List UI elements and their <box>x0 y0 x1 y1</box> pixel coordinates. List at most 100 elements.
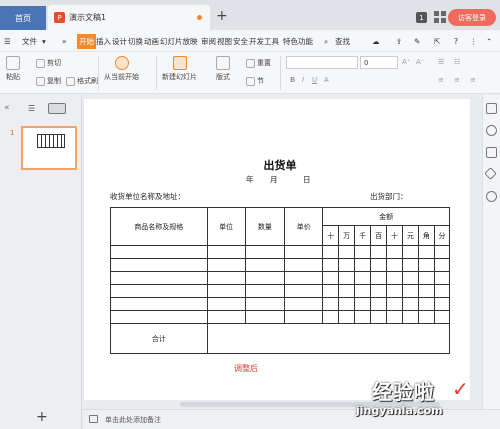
table-cell[interactable] <box>402 310 419 324</box>
table-cell[interactable] <box>322 258 340 272</box>
cloud-icon[interactable]: ☁ <box>372 34 380 49</box>
tab-features[interactable]: 特色功能 <box>283 34 313 49</box>
tab-insert[interactable]: 插入 <box>96 34 111 49</box>
tab-animation[interactable]: 动画 <box>144 34 159 49</box>
table-cell[interactable] <box>354 258 372 272</box>
document-tab[interactable]: P 演示文稿1 <box>48 5 210 30</box>
new-slide-button[interactable]: 新建幻灯片 <box>162 56 197 82</box>
table-cell[interactable] <box>110 284 208 298</box>
collapse-ribbon-icon[interactable]: ⌃ <box>486 34 492 49</box>
help-icon[interactable]: ? <box>454 34 458 49</box>
paste-button[interactable]: 粘贴 <box>6 56 20 82</box>
table-cell[interactable] <box>338 271 356 285</box>
table-cell[interactable] <box>433 245 451 259</box>
table-cell[interactable] <box>402 271 419 285</box>
tab-home[interactable]: 开始 <box>77 34 96 49</box>
home-tab[interactable]: 首页 <box>0 6 46 30</box>
table-cell[interactable] <box>284 284 324 298</box>
collapse-panel-icon[interactable]: « <box>4 103 10 113</box>
table-cell[interactable] <box>322 245 340 259</box>
tab-developer[interactable]: 开发工具 <box>249 34 279 49</box>
table-cell[interactable] <box>284 271 324 285</box>
table-cell[interactable] <box>386 245 403 259</box>
table-cell[interactable] <box>417 271 435 285</box>
table-cell[interactable] <box>206 284 246 298</box>
tab-transition[interactable]: 切换 <box>128 34 143 49</box>
table-cell[interactable] <box>110 297 208 311</box>
share-icon[interactable]: ⇪ <box>396 34 402 49</box>
underline-icon[interactable]: U <box>312 76 317 84</box>
table-row[interactable] <box>110 297 451 311</box>
cut-button[interactable]: 剪切 <box>36 58 61 68</box>
table-cell[interactable] <box>354 271 372 285</box>
tab-security[interactable]: 安全 <box>233 34 248 49</box>
section-button[interactable]: 节 <box>246 76 264 86</box>
table-row[interactable] <box>110 310 451 324</box>
table-cell[interactable] <box>338 258 356 272</box>
guest-login-button[interactable]: 访客登录 <box>448 9 496 26</box>
table-cell[interactable] <box>386 258 403 272</box>
table-cell[interactable] <box>402 297 419 311</box>
play-from-current-button[interactable]: 从当前开始 <box>104 56 139 82</box>
table-cell[interactable] <box>370 271 388 285</box>
table-cell[interactable] <box>354 284 372 298</box>
table-cell[interactable] <box>433 310 451 324</box>
table-cell[interactable] <box>284 297 324 311</box>
table-cell[interactable] <box>110 245 208 259</box>
hamburger-icon[interactable]: ☰ <box>4 34 11 49</box>
table-cell[interactable] <box>244 284 286 298</box>
more-options-icon[interactable]: ⋮ <box>470 34 478 49</box>
table-cell[interactable] <box>322 297 340 311</box>
table-cell[interactable] <box>354 245 372 259</box>
shape-icon[interactable] <box>486 147 497 158</box>
table-cell[interactable] <box>433 297 451 311</box>
table-cell[interactable] <box>284 258 324 272</box>
table-cell[interactable] <box>354 297 372 311</box>
font-shrink-icon[interactable]: A⁻ <box>416 58 424 66</box>
table-cell[interactable] <box>370 310 388 324</box>
layout-button[interactable]: 版式 <box>216 56 230 82</box>
table-cell[interactable] <box>206 245 246 259</box>
table-cell[interactable] <box>370 284 388 298</box>
table-cell[interactable] <box>417 284 435 298</box>
table-cell[interactable] <box>433 284 451 298</box>
select-icon[interactable] <box>486 125 497 136</box>
table-cell[interactable] <box>386 284 403 298</box>
table-cell[interactable] <box>338 297 356 311</box>
outline-view-icon[interactable]: ☰ <box>28 104 35 113</box>
number-list-icon[interactable]: ☷ <box>454 58 460 66</box>
font-color-icon[interactable]: A <box>324 76 329 84</box>
more-menu-icon[interactable]: » <box>62 34 67 49</box>
table-cell[interactable] <box>402 258 419 272</box>
reset-button[interactable]: 重置 <box>246 58 271 68</box>
table-row[interactable] <box>110 258 451 272</box>
table-cell[interactable] <box>244 310 286 324</box>
table-cell[interactable] <box>322 310 340 324</box>
table-cell[interactable] <box>110 310 208 324</box>
table-cell[interactable] <box>322 271 340 285</box>
table-row[interactable] <box>110 284 451 298</box>
table-cell[interactable] <box>206 271 246 285</box>
table-row[interactable] <box>110 271 451 285</box>
table-cell[interactable] <box>322 284 340 298</box>
add-slide-button[interactable]: + <box>36 409 48 425</box>
table-row[interactable] <box>110 245 451 259</box>
table-cell[interactable] <box>284 245 324 259</box>
tab-slideshow[interactable]: 幻灯片放映 <box>160 34 198 49</box>
apps-grid-icon[interactable] <box>434 11 446 23</box>
animation-icon[interactable] <box>486 191 497 202</box>
file-dropdown-icon[interactable]: ▾ <box>42 34 46 49</box>
bullet-list-icon[interactable]: ☰ <box>438 58 444 66</box>
window-count-badge[interactable]: 1 <box>416 12 427 23</box>
table-cell[interactable] <box>417 297 435 311</box>
table-cell[interactable] <box>386 310 403 324</box>
table-row-total[interactable]: 合计 <box>110 323 451 354</box>
table-cell[interactable] <box>417 310 435 324</box>
format-painter-button[interactable]: 格式刷 <box>66 76 98 86</box>
table-cell[interactable] <box>244 245 286 259</box>
table-cell[interactable] <box>370 245 388 259</box>
table-cell[interactable] <box>402 284 419 298</box>
table-cell[interactable] <box>206 258 246 272</box>
italic-icon[interactable]: I <box>302 76 304 84</box>
table-cell[interactable] <box>433 258 451 272</box>
